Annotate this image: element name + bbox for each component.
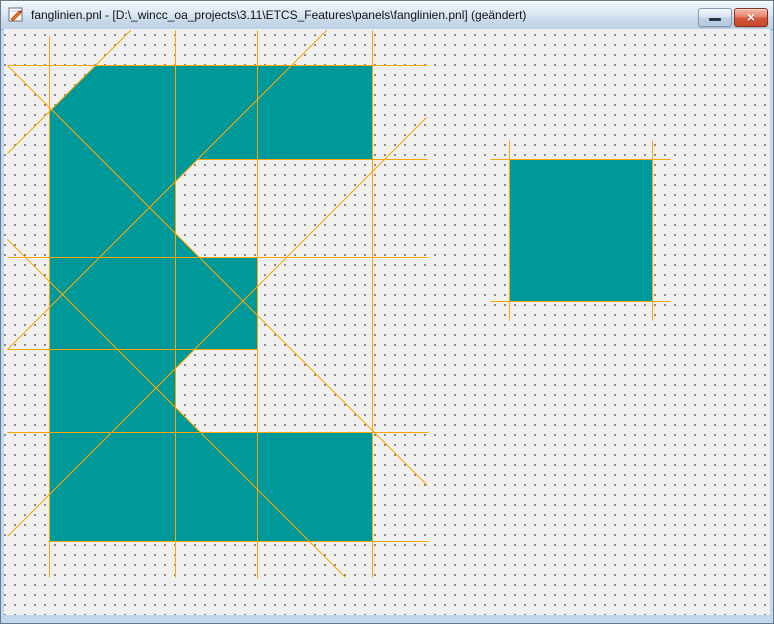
drawing-layer	[4, 29, 770, 615]
close-icon: ×	[735, 9, 767, 26]
title-bar[interactable]: fanglinien.pnl - [D:\_wincc_oa_projects\…	[1, 1, 773, 30]
close-button[interactable]: ×	[734, 8, 768, 27]
window-icon	[8, 7, 25, 23]
minimize-icon	[709, 18, 721, 21]
minimize-button[interactable]	[698, 8, 732, 27]
window-title: fanglinien.pnl - [D:\_wincc_oa_projects\…	[31, 1, 526, 29]
shape-letter-e[interactable]	[49, 65, 372, 541]
shape-square[interactable]	[509, 159, 652, 301]
panel-canvas[interactable]	[4, 29, 770, 615]
panel-editor-window: fanglinien.pnl - [D:\_wincc_oa_projects\…	[0, 0, 774, 624]
